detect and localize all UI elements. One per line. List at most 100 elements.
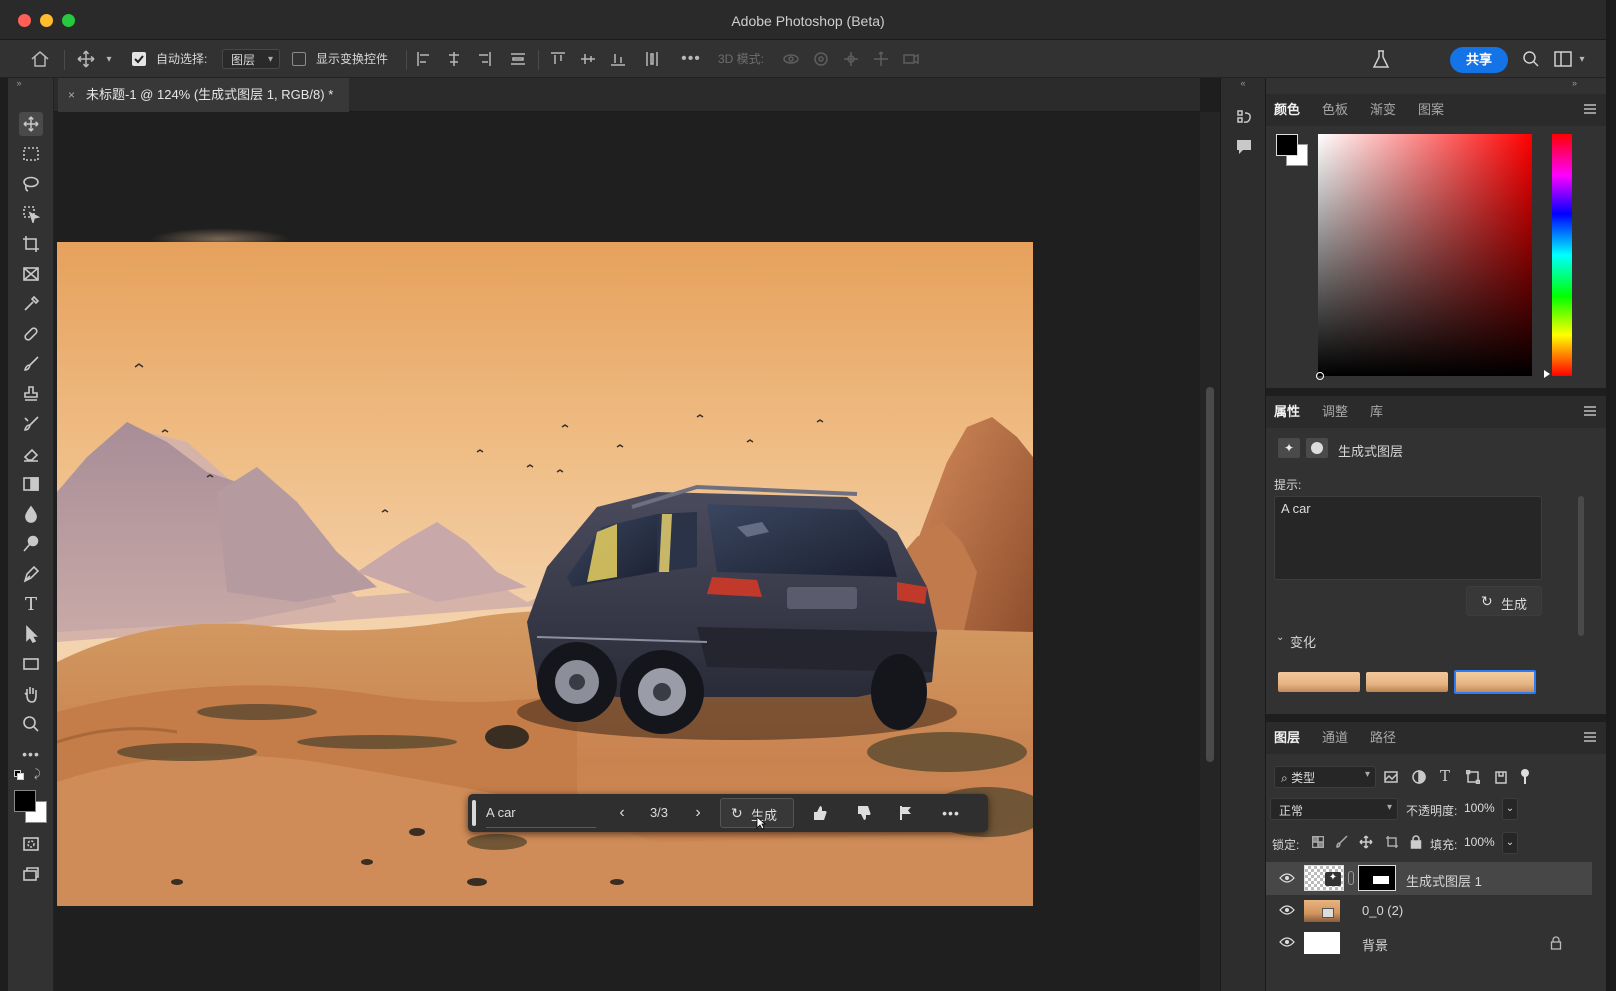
chevron-down-icon[interactable]: ▾ [1576, 50, 1588, 68]
tab-adjustments[interactable]: 调整 [1322, 396, 1348, 428]
eraser-tool-icon[interactable] [19, 442, 43, 466]
show-transform-checkbox[interactable] [292, 52, 306, 66]
color-picker-field[interactable] [1318, 134, 1532, 376]
chevron-down-icon[interactable]: ⌄ [1276, 632, 1284, 643]
distribute-v-icon[interactable] [642, 50, 662, 68]
eye-visibility-icon[interactable] [1279, 936, 1295, 948]
workspace-icon[interactable] [1552, 48, 1574, 70]
object-selection-tool-icon[interactable] [19, 202, 43, 226]
clone-stamp-tool-icon[interactable] [19, 382, 43, 406]
marquee-tool-icon[interactable] [19, 142, 43, 166]
mask-link-icon[interactable] [1348, 871, 1354, 885]
align-center-h-icon[interactable] [444, 50, 464, 68]
thumbs-down-icon[interactable] [854, 794, 874, 832]
layer-mask-thumbnail[interactable] [1358, 865, 1396, 891]
foreground-color-chip[interactable] [14, 790, 36, 812]
lock-artboard-icon[interactable] [1384, 834, 1400, 850]
history-brush-tool-icon[interactable] [19, 412, 43, 436]
panel-menu-icon[interactable] [1584, 104, 1596, 114]
eyedropper-tool-icon[interactable] [19, 292, 43, 316]
tab-swatches[interactable]: 色板 [1322, 94, 1348, 126]
layer-mask-icon[interactable] [1306, 438, 1328, 458]
panel-menu-icon[interactable] [1584, 406, 1596, 416]
pen-tool-icon[interactable] [19, 562, 43, 586]
gradient-tool-icon[interactable] [19, 472, 43, 496]
tab-patterns[interactable]: 图案 [1418, 94, 1444, 126]
hue-slider-handle[interactable] [1544, 370, 1550, 378]
distribute-icon[interactable] [508, 50, 528, 68]
fill-dropdown-button[interactable]: ⌄ [1502, 832, 1518, 854]
brush-tool-icon[interactable] [19, 352, 43, 376]
thumbs-up-icon[interactable] [810, 794, 830, 832]
foreground-color-chip[interactable] [1276, 134, 1298, 156]
history-panel-icon[interactable] [1233, 106, 1255, 128]
collapse-toolbar-icon[interactable]: » [12, 78, 26, 88]
chevron-down-icon[interactable]: ▾ [102, 50, 116, 68]
filter-pixel-icon[interactable] [1382, 768, 1400, 786]
scrollbar-thumb[interactable] [1206, 387, 1214, 762]
beta-labs-flask-icon[interactable] [1370, 48, 1392, 70]
more-options-icon[interactable]: ••• [938, 794, 964, 832]
home-icon[interactable] [28, 48, 52, 70]
lock-position-icon[interactable] [1358, 834, 1374, 850]
lock-icon[interactable] [1550, 936, 1562, 950]
dodge-tool-icon[interactable] [19, 532, 43, 556]
close-tab-icon[interactable]: × [68, 78, 75, 112]
variation-thumbnail-2[interactable] [1366, 672, 1448, 692]
align-left-icon[interactable] [414, 50, 434, 68]
drag-handle[interactable] [472, 800, 476, 826]
lock-image-pixels-icon[interactable] [1334, 834, 1350, 850]
eye-visibility-icon[interactable] [1279, 904, 1295, 916]
report-flag-icon[interactable] [896, 794, 916, 832]
path-selection-tool-icon[interactable] [19, 622, 43, 646]
edit-toolbar-icon[interactable]: ••• [19, 742, 43, 766]
zoom-tool-icon[interactable] [19, 712, 43, 736]
tab-paths[interactable]: 路径 [1370, 722, 1396, 754]
more-options-icon[interactable]: ••• [680, 48, 702, 70]
opacity-input[interactable]: 100% [1462, 798, 1502, 820]
layer-filter-dropdown[interactable]: ⌕ 类型 ▾ [1274, 766, 1376, 788]
swap-colors-icon[interactable]: ⤸ [34, 768, 48, 780]
filter-shape-icon[interactable] [1464, 768, 1482, 786]
color-picker-marker[interactable] [1316, 372, 1324, 380]
type-tool-icon[interactable]: T [19, 592, 43, 616]
layer-row-background[interactable]: 背景 [1266, 926, 1592, 959]
auto-select-dropdown[interactable]: 图层 ▾ [222, 49, 280, 69]
canvas-vertical-scrollbar[interactable] [1200, 112, 1220, 991]
tab-layers[interactable]: 图层 [1274, 722, 1300, 754]
share-button[interactable]: 共享 [1450, 47, 1508, 73]
rectangle-tool-icon[interactable] [19, 652, 43, 676]
collapse-panels-icon[interactable]: « [1233, 78, 1253, 88]
prompt-textarea[interactable]: A car [1274, 496, 1542, 580]
screen-mode-icon[interactable] [19, 862, 43, 886]
tab-properties[interactable]: 属性 [1274, 396, 1300, 428]
tab-color[interactable]: 颜色 [1274, 94, 1300, 126]
move-tool-icon[interactable] [19, 112, 43, 136]
lasso-tool-icon[interactable] [19, 172, 43, 196]
hue-slider[interactable] [1552, 134, 1572, 376]
frame-tool-icon[interactable] [19, 262, 43, 286]
tab-libraries[interactable]: 库 [1370, 396, 1383, 428]
auto-select-checkbox[interactable] [132, 52, 146, 66]
align-bottom-icon[interactable] [608, 50, 628, 68]
filter-type-icon[interactable]: T [1436, 766, 1454, 786]
variation-thumbnail-1[interactable] [1278, 672, 1360, 692]
align-right-icon[interactable] [474, 50, 494, 68]
quick-mask-icon[interactable] [19, 832, 43, 856]
blur-tool-icon[interactable] [19, 502, 43, 526]
properties-scrollbar[interactable] [1578, 496, 1584, 636]
lock-all-icon[interactable] [1408, 834, 1424, 850]
align-middle-icon[interactable] [578, 50, 598, 68]
layer-row-generative-layer-1[interactable]: ✦ 生成式图层 1 [1266, 862, 1592, 895]
hand-tool-icon[interactable] [19, 682, 43, 706]
tab-channels[interactable]: 通道 [1322, 722, 1348, 754]
fill-input[interactable]: 100% [1462, 832, 1502, 854]
filter-smart-object-icon[interactable] [1492, 768, 1510, 786]
align-top-icon[interactable] [548, 50, 568, 68]
properties-generate-button[interactable]: ↻ 生成 [1466, 586, 1542, 616]
filter-adjustment-icon[interactable] [1410, 768, 1428, 786]
search-icon[interactable] [1520, 48, 1542, 70]
eye-visibility-icon[interactable] [1279, 872, 1295, 884]
layer-row-0-0-2[interactable]: 0_0 (2) [1266, 894, 1592, 927]
blend-mode-dropdown[interactable]: 正常 ▾ [1270, 798, 1398, 820]
